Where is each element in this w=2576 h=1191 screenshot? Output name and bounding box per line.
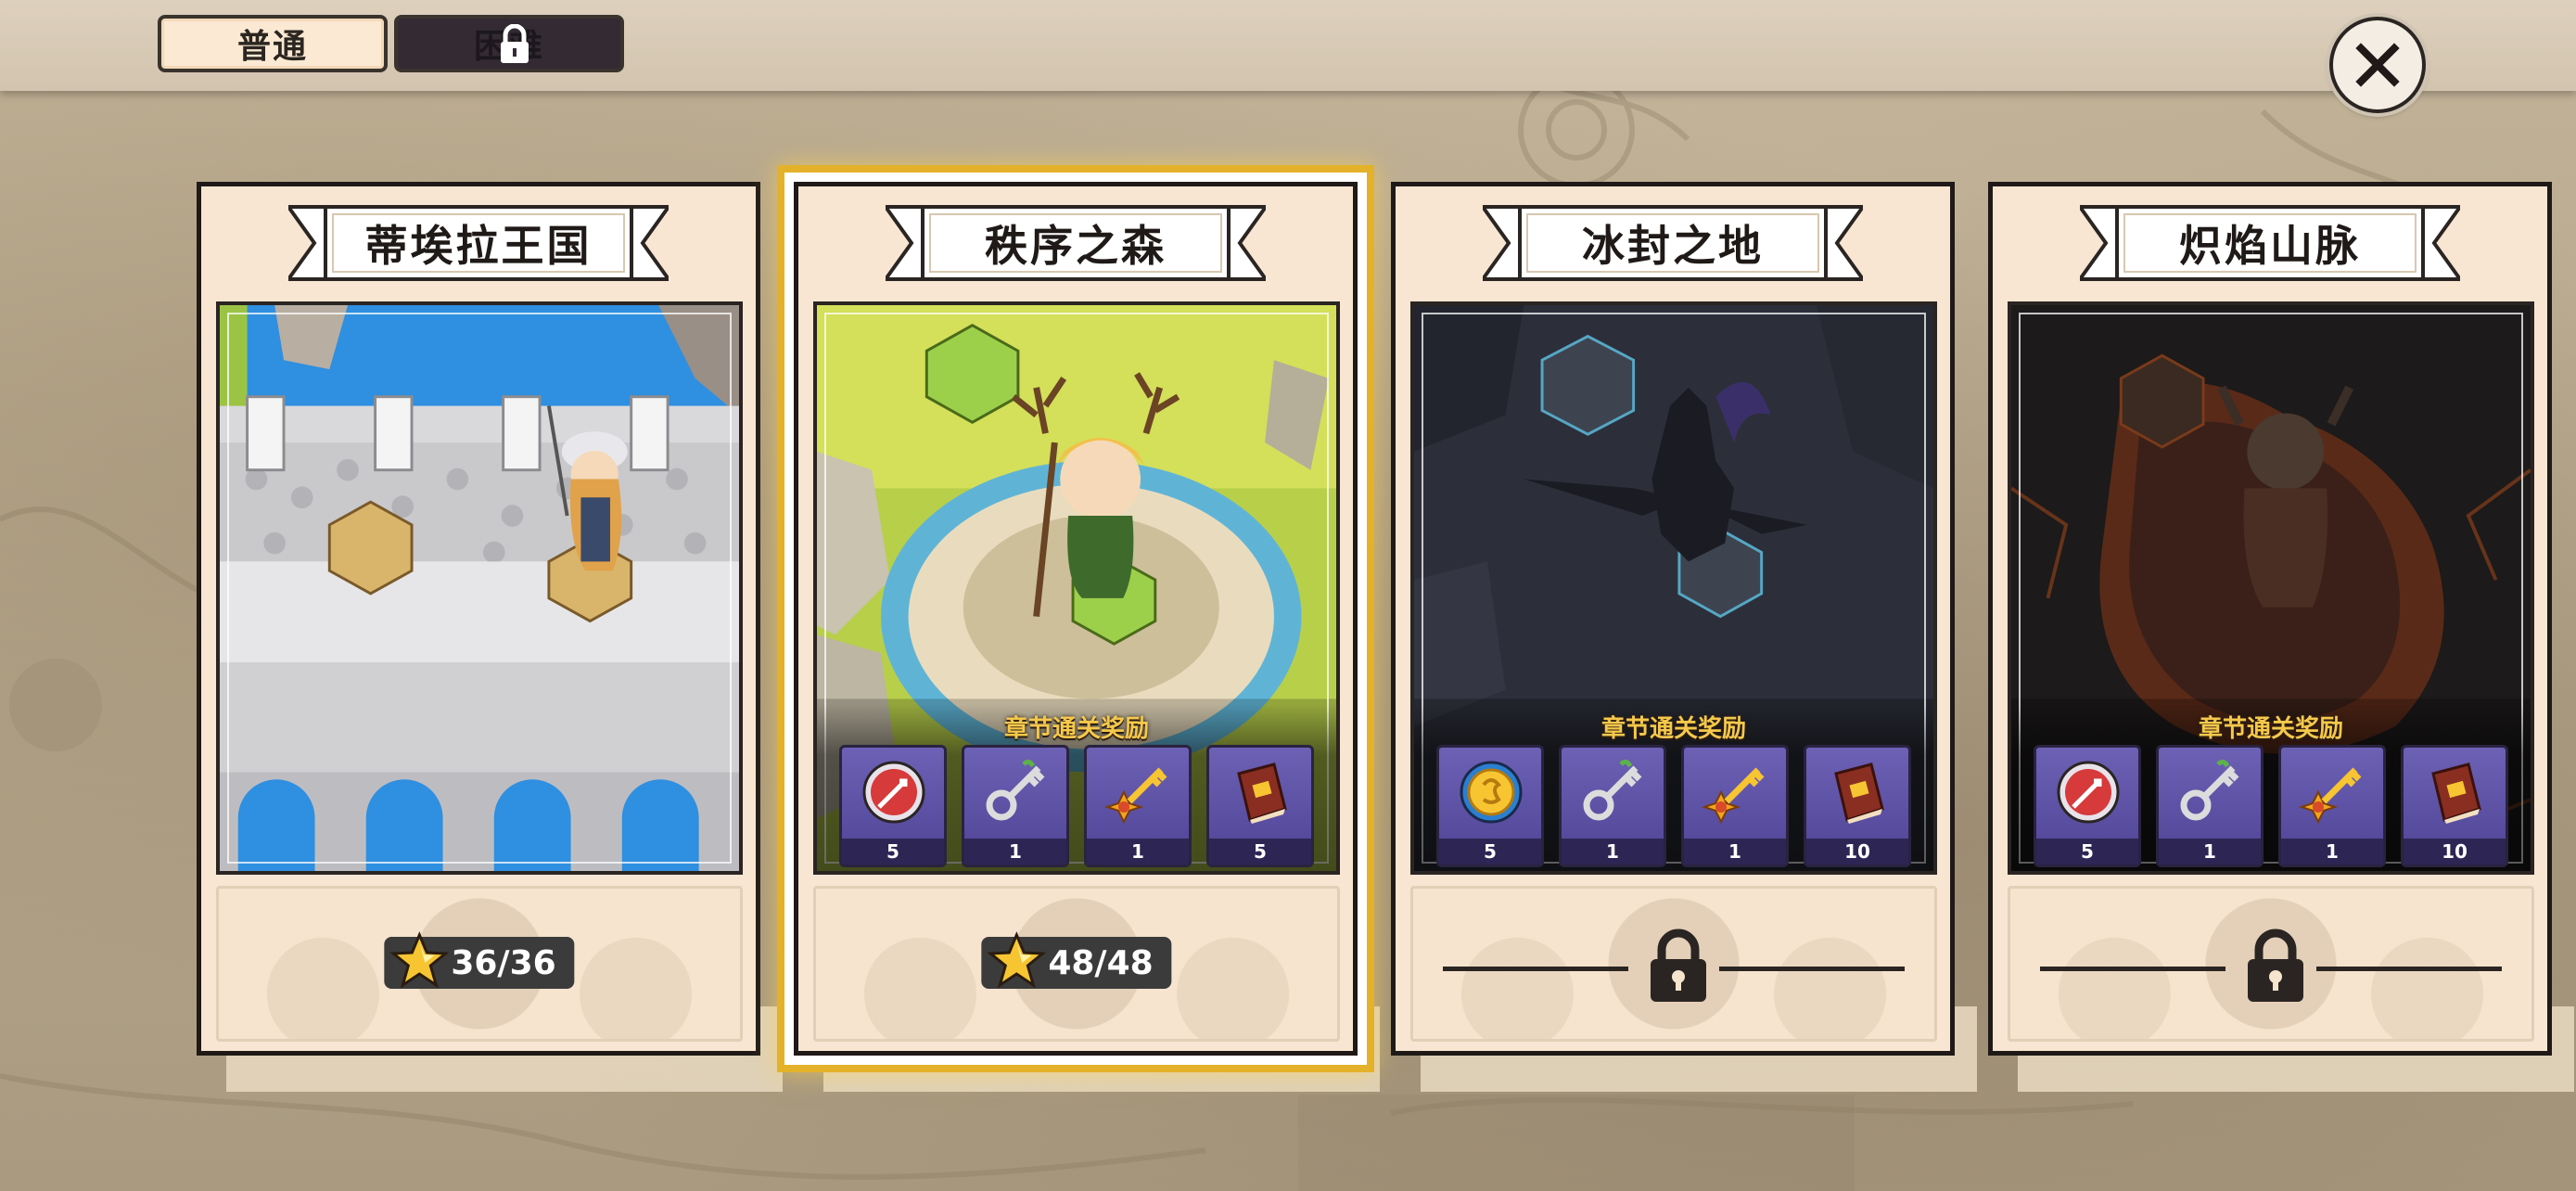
chapter-title: 冰封之地 xyxy=(1582,221,1764,271)
chapter-scene-image: 章节通关奖励 5 1 xyxy=(1410,301,1937,875)
tab-normal-label: 普通 xyxy=(236,28,308,66)
reward-count: 1 xyxy=(2159,839,2261,864)
top-bar: 普通 困难 xyxy=(0,0,2576,91)
chapter-card-2[interactable]: 秩序之森 章节通关奖励 5 1 1 5 48/48 xyxy=(784,173,1367,1065)
reward-count: 5 xyxy=(1209,839,1311,864)
reward-item[interactable]: 5 xyxy=(1436,745,1544,867)
chapter-title: 蒂埃拉王国 xyxy=(364,221,593,271)
silver-key-icon xyxy=(1583,759,1642,821)
reward-item[interactable]: 1 xyxy=(2278,745,2386,867)
tab-normal[interactable]: 普通 xyxy=(158,15,388,72)
chapter-title-banner: 秩序之森 xyxy=(886,205,1266,281)
star-icon xyxy=(987,931,1047,989)
chapter-title-banner: 蒂埃拉王国 xyxy=(288,205,669,281)
stars-count: 48/48 xyxy=(1048,943,1154,982)
close-button[interactable] xyxy=(2329,17,2426,113)
rewards-list: 5 1 1 xyxy=(2034,745,2508,867)
gold-key-icon xyxy=(2298,767,2362,825)
gold-coin-icon xyxy=(1460,761,1523,824)
gold-key-icon xyxy=(1103,767,1167,825)
reward-item[interactable]: 10 xyxy=(2401,745,2508,867)
rewards-title: 章节通关奖励 xyxy=(2198,715,2343,743)
lock-icon xyxy=(2248,928,2303,1002)
locked-indicator xyxy=(1443,926,1905,1009)
chapter-scene-image xyxy=(216,301,743,875)
reward-item[interactable]: 5 xyxy=(1206,745,1314,867)
reward-count: 5 xyxy=(842,839,944,864)
silver-key-icon xyxy=(2180,759,2239,821)
reward-count: 10 xyxy=(1806,839,1908,864)
reward-count: 1 xyxy=(1562,839,1664,864)
reward-item[interactable]: 10 xyxy=(1804,745,1911,867)
chapter-title-banner: 炽焰山脉 xyxy=(2080,205,2460,281)
locked-indicator xyxy=(2040,926,2502,1009)
lock-icon xyxy=(501,24,529,63)
chapter-card-4[interactable]: 炽焰山脉 章节通关奖励 5 1 1 10 xyxy=(1988,182,2552,1056)
chapter-title: 炽焰山脉 xyxy=(2179,221,2361,271)
close-icon xyxy=(2355,43,2400,87)
stars-count: 36/36 xyxy=(451,943,556,982)
reward-count: 1 xyxy=(2281,839,2383,864)
reward-item[interactable]: 1 xyxy=(1084,745,1192,867)
rewards-list: 5 1 1 xyxy=(1436,745,1911,867)
stars-progress: 36/36 xyxy=(384,931,575,989)
lock-icon xyxy=(1651,928,1706,1002)
silver-key-icon xyxy=(986,759,1045,821)
reward-count: 1 xyxy=(964,839,1066,864)
chapter-title: 秩序之森 xyxy=(985,221,1167,271)
reward-count: 1 xyxy=(1087,839,1189,864)
rewards-list: 5 1 1 xyxy=(839,745,1314,867)
red-compass-icon xyxy=(2057,761,2120,824)
chapter-card-3[interactable]: 冰封之地 章节通关奖励 5 1 1 10 xyxy=(1391,182,1955,1056)
stars-progress: 48/48 xyxy=(981,931,1172,989)
reward-item[interactable]: 1 xyxy=(1681,745,1789,867)
chapter-card-1[interactable]: 蒂埃拉王国 36/36 xyxy=(197,182,760,1056)
reward-count: 5 xyxy=(1439,839,1541,864)
chapter-title-banner: 冰封之地 xyxy=(1483,205,1863,281)
red-book-icon xyxy=(1834,762,1884,824)
reward-item[interactable]: 1 xyxy=(1559,745,1666,867)
reward-count: 1 xyxy=(1684,839,1786,864)
reward-item[interactable]: 1 xyxy=(962,745,1069,867)
tab-hard[interactable]: 困难 xyxy=(394,15,624,72)
chapter-scene-image: 章节通关奖励 5 1 xyxy=(2008,301,2534,875)
reward-item[interactable]: 1 xyxy=(2156,745,2264,867)
red-compass-icon xyxy=(862,761,925,824)
chapter-footer xyxy=(1410,886,1937,1042)
rewards-title: 章节通关奖励 xyxy=(1003,715,1149,743)
reward-item[interactable]: 5 xyxy=(2034,745,2141,867)
red-book-icon xyxy=(1237,762,1287,824)
rewards-title: 章节通关奖励 xyxy=(1600,715,1746,743)
reward-item[interactable]: 5 xyxy=(839,745,947,867)
red-book-icon xyxy=(2431,762,2481,824)
chapter-scene-image: 章节通关奖励 5 1 xyxy=(813,301,1340,875)
reward-count: 5 xyxy=(2036,839,2138,864)
gold-key-icon xyxy=(1701,767,1765,825)
chapter-footer: 48/48 xyxy=(813,886,1340,1042)
reward-count: 10 xyxy=(2404,839,2506,864)
star-icon xyxy=(389,931,450,989)
chapter-footer xyxy=(2008,886,2534,1042)
chapter-footer: 36/36 xyxy=(216,886,743,1042)
